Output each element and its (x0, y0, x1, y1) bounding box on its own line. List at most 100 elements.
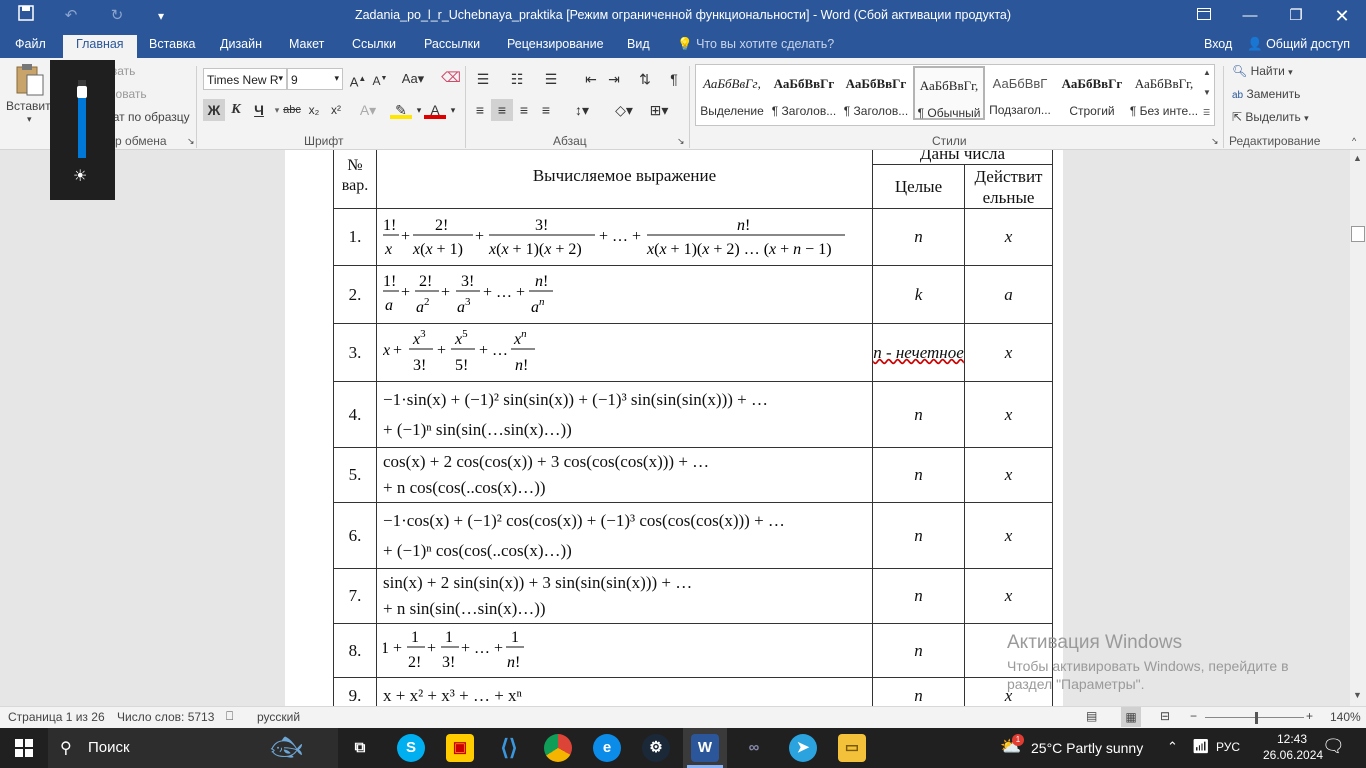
tab-mailings[interactable]: Рассылки (424, 37, 480, 51)
line-spacing-icon[interactable]: ↕▾ (568, 99, 596, 121)
zoom-level[interactable]: 140% (1330, 710, 1361, 724)
styles-scroll-down-icon[interactable]: ▼ (1203, 88, 1211, 97)
keyboard-language[interactable]: РУС (1216, 740, 1240, 754)
tab-design[interactable]: Дизайн (220, 37, 262, 51)
font-size-select[interactable]: 9 ▾ (287, 68, 343, 90)
language[interactable]: русский (257, 710, 300, 724)
ribbon-display-icon[interactable] (1193, 5, 1215, 27)
show-marks-icon[interactable]: ¶ (663, 68, 685, 90)
brightness-thumb[interactable] (77, 85, 87, 98)
style-subtitle[interactable]: АаБбВвГ Подзагол... (984, 66, 1056, 120)
numbering-icon[interactable]: ☷ (506, 68, 528, 90)
tab-file[interactable]: Файл (15, 37, 46, 51)
text-effects-icon[interactable]: A▾ (357, 99, 379, 121)
clear-formatting-icon[interactable]: ⌫ (440, 68, 462, 90)
vscode-icon[interactable]: ⟨⟩ (495, 734, 523, 762)
style-heading2[interactable]: АаБбВвГг ¶ Заголов... (840, 66, 912, 120)
table-row: 3. x + x3 3! + x5 5! + … xn n! n - нечетное … (333, 323, 1053, 382)
find-label: Найти (1250, 64, 1285, 78)
tell-me-search[interactable]: 💡 Что вы хотите сделать? (677, 37, 834, 52)
tab-references[interactable]: Ссылки (352, 37, 396, 51)
chrome-icon[interactable] (544, 734, 572, 762)
file-explorer-icon[interactable]: ▭ (838, 734, 866, 762)
paste-dropdown-icon[interactable]: ▾ (27, 114, 32, 125)
clock[interactable]: 12:43 26.06.2024 (1263, 732, 1323, 762)
bullets-icon[interactable]: ☰ (472, 68, 494, 90)
weather-text[interactable]: 25°C Partly sunny (1031, 740, 1143, 756)
styles-scroll-up-icon[interactable]: ▲ (1203, 68, 1211, 77)
styles-more-icon[interactable]: ☰ (1203, 108, 1210, 117)
style-heading1[interactable]: АаБбВвГг ¶ Заголов... (768, 66, 840, 120)
scroll-up-icon[interactable]: ▲ (1353, 153, 1362, 163)
tab-home[interactable]: Главная (63, 35, 137, 58)
zoom-out-icon[interactable]: − (1190, 709, 1197, 723)
network-icon[interactable]: 📶︎ (1192, 738, 1210, 755)
font-name-select[interactable]: Times New R ▾ (203, 68, 287, 90)
proofing-icon[interactable]: ⎕ (226, 709, 233, 724)
select-button[interactable]: ⇱ Выделить ▾ (1232, 110, 1309, 124)
steam-icon[interactable]: ⚙ (642, 734, 670, 762)
sign-in-link[interactable]: Вход (1204, 37, 1232, 51)
subscript-button[interactable]: x₂ (303, 99, 325, 121)
justify-icon[interactable]: ≡ (535, 99, 557, 121)
paste-icon[interactable] (13, 63, 49, 97)
style-emphasis[interactable]: АаБбВвГг, Выделение (696, 66, 768, 120)
taskbar-search[interactable]: ⚲ Поиск 🐟︎ (48, 728, 338, 768)
word-taskbar-item[interactable]: W (683, 728, 727, 768)
increase-indent-icon[interactable]: ⇥ (603, 68, 625, 90)
chevron-up-icon[interactable]: ⌃ (1167, 739, 1178, 755)
italic-button[interactable]: К (225, 99, 247, 121)
vertical-scrollbar[interactable]: ▲ ▼ (1350, 150, 1366, 706)
edge-icon[interactable]: e (593, 734, 621, 762)
skype-icon[interactable]: S (397, 734, 425, 762)
sort-icon[interactable]: ⇅ (634, 68, 656, 90)
telegram-icon[interactable]: ➤ (789, 734, 817, 762)
superscript-button[interactable]: x² (325, 99, 347, 121)
page-count[interactable]: Страница 1 из 26 (8, 710, 105, 724)
restore-icon[interactable]: ❐ (1285, 5, 1307, 27)
align-center-icon[interactable]: ≡ (491, 99, 513, 121)
style-no-spacing[interactable]: АаБбВвГг, ¶ Без инте... (1128, 66, 1200, 120)
shrink-font-icon[interactable]: A▼ (369, 68, 391, 90)
windows-start-icon[interactable] (15, 739, 33, 760)
web-layout-icon[interactable]: ⊟ (1160, 709, 1170, 723)
scroll-down-icon[interactable]: ▼ (1353, 690, 1362, 700)
dialog-launcher-icon[interactable]: ↘ (187, 136, 195, 147)
tab-layout[interactable]: Макет (289, 37, 324, 51)
style-strong[interactable]: АаБбВвГг Строгий (1056, 66, 1128, 120)
find-button[interactable]: 🔍︎ Найти ▾ (1232, 64, 1293, 78)
shading-icon[interactable]: ◇▾ (610, 99, 638, 121)
zoom-in-icon[interactable]: + (1306, 709, 1313, 723)
multilevel-list-icon[interactable]: ☰ (540, 68, 562, 90)
app-icon[interactable]: ∞ (740, 734, 768, 762)
close-icon[interactable]: ✕ (1331, 5, 1353, 27)
word-count[interactable]: Число слов: 5713 (117, 710, 214, 724)
align-right-icon[interactable]: ≡ (513, 99, 535, 121)
scrollbar-thumb[interactable] (1351, 226, 1365, 242)
task-view-icon[interactable]: ⧉ (346, 734, 374, 762)
read-mode-icon[interactable]: ▤ (1086, 709, 1097, 723)
tab-insert[interactable]: Вставка (149, 37, 195, 51)
tab-view[interactable]: Вид (627, 37, 650, 51)
zoom-thumb[interactable] (1255, 712, 1258, 724)
collapse-ribbon-icon[interactable]: ^ (1352, 136, 1356, 146)
share-button[interactable]: 👤 Общий доступ (1247, 37, 1350, 52)
minimize-icon[interactable]: — (1239, 5, 1261, 27)
change-case-icon[interactable]: Aa▾ (398, 68, 428, 90)
tab-review[interactable]: Рецензирование (507, 37, 604, 51)
print-layout-icon[interactable]: ▦ (1121, 707, 1141, 727)
app-icon[interactable]: ▣ (446, 734, 474, 762)
style-normal[interactable]: АаБбВвГг, ¶ Обычный (913, 66, 985, 120)
brightness-slider[interactable] (77, 80, 87, 158)
grow-font-icon[interactable]: A▲ (347, 68, 369, 90)
decrease-indent-icon[interactable]: ⇤ (580, 68, 602, 90)
bold-button[interactable]: Ж (203, 99, 225, 121)
notifications-icon[interactable]: 🗨︎ (1322, 736, 1345, 757)
borders-icon[interactable]: ⊞▾ (645, 99, 673, 121)
align-left-icon[interactable]: ≡ (469, 99, 491, 121)
dialog-launcher-icon[interactable]: ↘ (1211, 136, 1219, 147)
dialog-launcher-icon[interactable]: ↘ (677, 136, 685, 147)
replace-button[interactable]: ab Заменить (1232, 87, 1300, 101)
chevron-down-icon[interactable]: ▾ (442, 99, 464, 121)
strikethrough-button[interactable]: abc (281, 99, 303, 121)
